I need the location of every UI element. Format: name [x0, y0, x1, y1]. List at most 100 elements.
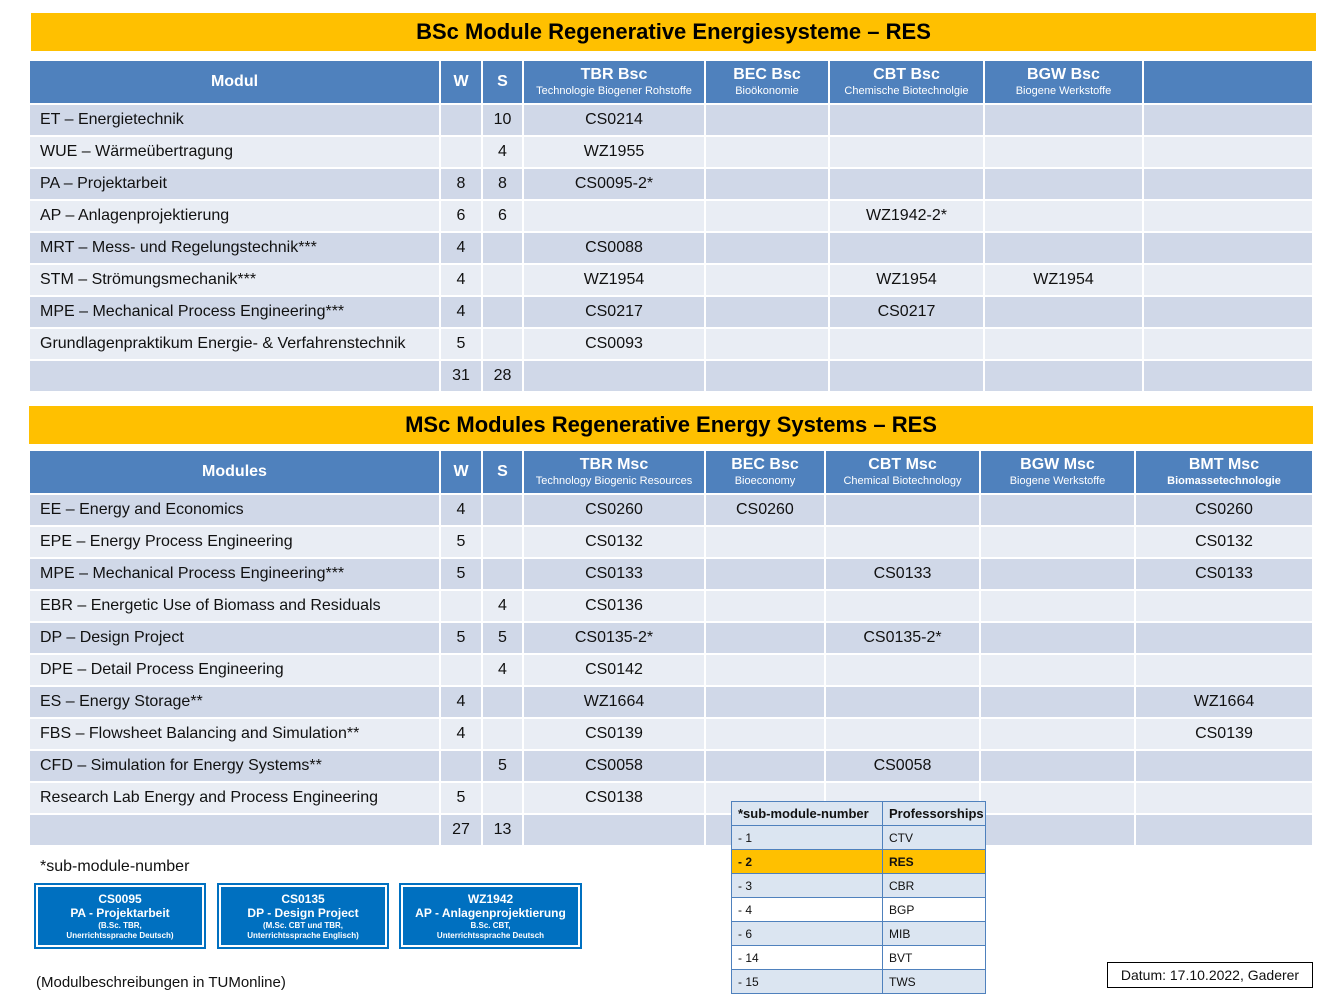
header-w: W — [441, 61, 481, 103]
table-row: MPE – Mechanical Process Engineering*** 4… — [30, 297, 1312, 327]
header-main: BGW Msc — [1020, 456, 1095, 473]
cell-s — [483, 559, 522, 589]
cell-tbr: CS0136 — [524, 591, 704, 621]
table-row: DPE – Detail Process Engineering 4 CS0142 — [30, 655, 1312, 685]
cell-bec — [706, 559, 824, 589]
cell-bgw — [985, 201, 1142, 231]
legend-cell-num: - 14 — [731, 945, 883, 970]
cell-w: 6 — [441, 201, 481, 231]
header-modules: Modules — [30, 451, 439, 493]
table-row: 31 28 — [30, 361, 1312, 391]
cell-bgw — [981, 591, 1134, 621]
cell-name: ET – Energietechnik — [30, 105, 439, 135]
cell-w: 5 — [441, 527, 481, 557]
legend-cell-num: - 1 — [731, 825, 883, 850]
badge-code: CS0095 — [98, 892, 142, 906]
bsc-title-banner: BSc Module Regenerative Energiesysteme –… — [31, 13, 1316, 51]
legend-row: - 3 CBR — [731, 873, 986, 898]
cell-w: 4 — [441, 719, 481, 749]
cell-s — [483, 297, 522, 327]
cell-extra — [1144, 137, 1312, 167]
cell-bmt: CS0132 — [1136, 527, 1312, 557]
cell-name: MRT – Mess- und Regelungstechnik*** — [30, 233, 439, 263]
cell-s — [483, 265, 522, 295]
cell-w — [441, 751, 481, 781]
header-s: S — [483, 451, 522, 493]
cell-bec — [706, 591, 824, 621]
cell-bec — [706, 265, 828, 295]
cell-s: 10 — [483, 105, 522, 135]
cell-bgw — [981, 559, 1134, 589]
badge-sub: Unterrichtssprache Englisch) — [247, 931, 359, 940]
cell-name: DP – Design Project — [30, 623, 439, 653]
cell-s — [483, 687, 522, 717]
legend-row: - 15 TWS — [731, 969, 986, 994]
cell-bmt — [1136, 815, 1312, 845]
cell-cbt — [826, 495, 979, 525]
cell-cbt: CS0135-2* — [826, 623, 979, 653]
badge-sub: B.Sc. CBT, — [470, 921, 511, 930]
table-row: WUE – Wärmeübertragung 4 WZ1955 — [30, 137, 1312, 167]
cell-extra — [1144, 265, 1312, 295]
cell-name: STM – Strömungsmechanik*** — [30, 265, 439, 295]
cell-bec — [706, 361, 828, 391]
msc-table-body: EE – Energy and Economics 4 CS0260 CS0260 CS… — [30, 495, 1312, 845]
cell-w: 4 — [441, 687, 481, 717]
cell-bec — [706, 169, 828, 199]
legend-cell-num: - 15 — [731, 969, 883, 994]
table-row: EPE – Energy Process Engineering 5 CS0132 C… — [30, 527, 1312, 557]
badge-title: AP - Anlagenprojektierung — [415, 906, 566, 920]
badge-code: CS0135 — [281, 892, 325, 906]
cell-bec — [706, 719, 824, 749]
cell-s — [483, 495, 522, 525]
cell-s: 6 — [483, 201, 522, 231]
legend-header-row: *sub-module-number Professorships — [731, 801, 986, 826]
cell-name: DPE – Detail Process Engineering — [30, 655, 439, 685]
cell-bmt — [1136, 655, 1312, 685]
table-row: STM – Strömungsmechanik*** 4 WZ1954 WZ1954 W… — [30, 265, 1312, 295]
cell-bmt — [1136, 783, 1312, 813]
legend-cell-prof: TWS — [882, 969, 986, 994]
cell-s — [483, 329, 522, 359]
cell-w — [441, 591, 481, 621]
cell-tbr: CS0138 — [524, 783, 704, 813]
cell-extra — [1144, 297, 1312, 327]
cell-bmt: CS0139 — [1136, 719, 1312, 749]
badge-sub: (M.Sc. CBT und TBR, — [263, 921, 343, 930]
cell-bec — [706, 297, 828, 327]
cell-bec — [706, 105, 828, 135]
bsc-module-table: Modul W S TBR Bsc Technologie Biogener Ro… — [28, 59, 1314, 393]
cell-cbt: CS0058 — [826, 751, 979, 781]
cell-bmt — [1136, 751, 1312, 781]
header-sub: Chemische Biotechnolgie — [844, 85, 969, 97]
cell-name: MPE – Mechanical Process Engineering*** — [30, 297, 439, 327]
cell-s — [483, 233, 522, 263]
header-s: S — [483, 61, 522, 103]
cell-bec — [706, 623, 824, 653]
cell-cbt — [826, 719, 979, 749]
cell-cbt: CS0217 — [830, 297, 983, 327]
table-row: ES – Energy Storage** 4 WZ1664 WZ1664 — [30, 687, 1312, 717]
cell-name: ES – Energy Storage** — [30, 687, 439, 717]
header-bec-bsc: BEC Bsc Bioeconomy — [706, 451, 824, 493]
legend-header-professorships: Professorships — [882, 801, 986, 826]
cell-w: 8 — [441, 169, 481, 199]
cell-s: 4 — [483, 137, 522, 167]
header-main: BEC Bsc — [733, 66, 801, 83]
date-author-box: Datum: 17.10.2022, Gaderer — [1107, 962, 1313, 988]
cell-cbt: WZ1942-2* — [830, 201, 983, 231]
table-row: Grundlagenpraktikum Energie- & Verfahren… — [30, 329, 1312, 359]
cell-tbr: WZ1664 — [524, 687, 704, 717]
cell-tbr: CS0133 — [524, 559, 704, 589]
cell-bec — [706, 137, 828, 167]
cell-bec — [706, 201, 828, 231]
table-row: Research Lab Energy and Process Engineer… — [30, 783, 1312, 813]
header-cbt-msc: CBT Msc Chemical Biotechnology — [826, 451, 979, 493]
header-sub: Biogene Werkstoffe — [1015, 85, 1112, 97]
cell-w — [441, 137, 481, 167]
cell-w: 31 — [441, 361, 481, 391]
legend-cell-num: - 6 — [731, 921, 883, 946]
table-row: ET – Energietechnik 10 CS0214 — [30, 105, 1312, 135]
cell-cbt — [826, 655, 979, 685]
cell-tbr: CS0214 — [524, 105, 704, 135]
